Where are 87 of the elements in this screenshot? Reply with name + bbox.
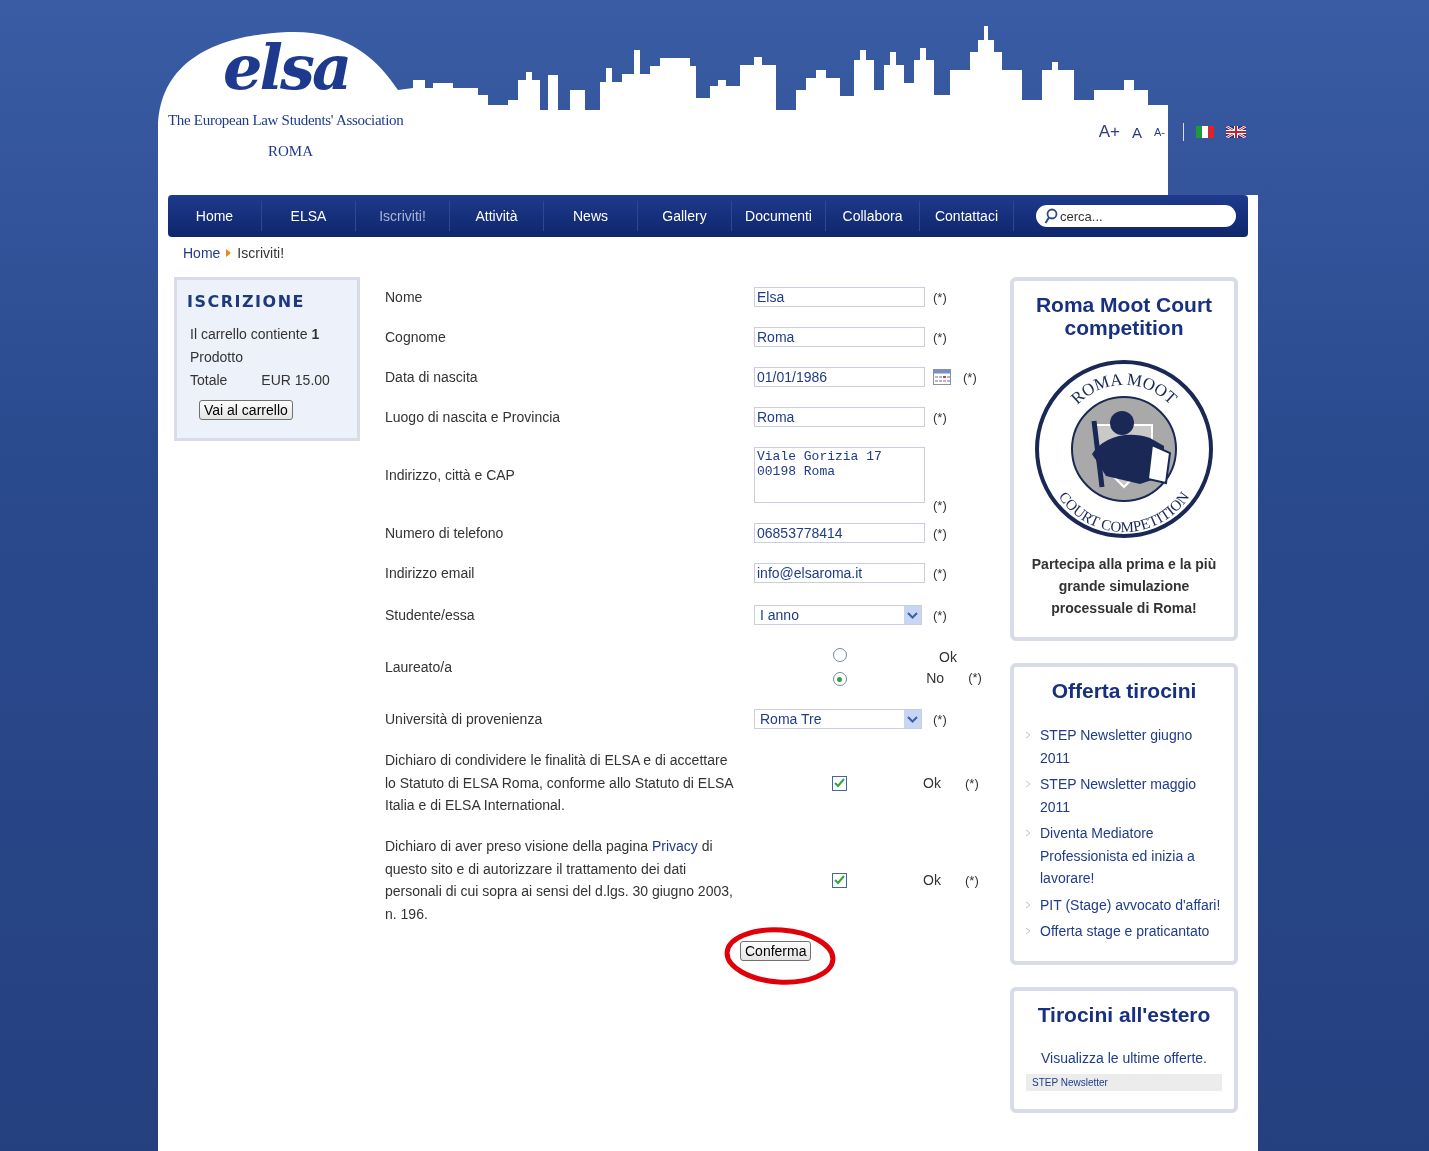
bullet-icon <box>1026 928 1030 934</box>
nav-tab[interactable]: Home <box>168 201 262 231</box>
required-mark: (*) <box>933 525 947 541</box>
required-mark: (*) <box>965 775 979 791</box>
bullet-icon <box>1026 830 1030 836</box>
required-mark: (*) <box>933 607 947 623</box>
consent-text: Dichiaro di condividere le finalità di ELSA e di accettare lo Statuto di ELSA Roma, conforme allo Statuto di ELSA Italia e di ELSA International. <box>385 751 735 816</box>
internship-link[interactable]: STEP Newsletter maggio 2011 <box>1040 773 1222 818</box>
internship-link[interactable]: Offerta stage e praticantato <box>1040 920 1210 943</box>
cart-title: ISCRIZIONE <box>187 292 306 311</box>
breadcrumb-link[interactable]: Home <box>183 245 221 261</box>
field-label: Luogo di nascita e Provincia <box>385 409 562 425</box>
required-mark: (*) <box>968 670 982 685</box>
search-field[interactable]: cerca... <box>1036 205 1236 227</box>
font-size-link[interactable]: A <box>1132 123 1142 141</box>
card-title: Roma Moot Court competition <box>1034 293 1214 339</box>
text-field[interactable]: 01/01/1986 <box>754 367 925 387</box>
offers-link[interactable]: Visualizza le ultime offerte. <box>1026 1049 1222 1066</box>
internship-link[interactable]: Diventa Mediatore Professionista ed inizia a lavorare! <box>1040 822 1222 890</box>
checkbox-label: Ok <box>923 872 942 888</box>
total-value: EUR 15.00 <box>261 371 330 390</box>
required-mark: (*) <box>933 329 947 345</box>
field-label: Nome <box>385 289 424 305</box>
required-mark: (*) <box>933 289 947 305</box>
required-mark: (*) <box>933 409 947 425</box>
internship-link[interactable]: PIT (Stage) avvocato d'affari! <box>1040 893 1221 916</box>
breadcrumb-arrow-icon <box>226 249 232 257</box>
text-field[interactable]: 06853778414 <box>754 523 925 543</box>
consent-text: Dichiaro di aver preso visione della pagina Privacy di questo sito e di autorizzare il trattamento dei dati personali di cui sopra ai sensi del d.lgs. 30 giugno 2003, n. 196. <box>385 837 734 924</box>
logo[interactable]: elsa <box>223 38 350 98</box>
required-mark: (*) <box>965 872 979 888</box>
bullet-icon <box>1026 732 1030 738</box>
italian-flag-icon[interactable] <box>1196 126 1214 138</box>
checkbox[interactable] <box>832 872 847 888</box>
nav-tab[interactable]: News <box>544 201 638 231</box>
required-mark: (*) <box>933 498 947 513</box>
nav-tab[interactable]: Gallery <box>638 201 732 231</box>
field-label: Indirizzo email <box>385 565 476 581</box>
text-field[interactable]: Roma <box>754 327 925 347</box>
city-name: ROMA <box>268 143 313 160</box>
select-field[interactable]: Roma Tre <box>754 709 922 729</box>
field-label: Data di nascita <box>385 369 479 385</box>
font-size-link[interactable]: A+ <box>1098 122 1120 142</box>
british-flag-icon[interactable] <box>1226 126 1246 138</box>
internship-link[interactable]: STEP Newsletter giugno 2011 <box>1040 724 1222 769</box>
field-label: Cognome <box>385 329 447 345</box>
text-field[interactable]: info@elsaroma.it <box>754 563 925 583</box>
checkbox-label: Ok <box>923 775 942 791</box>
tagline: The European Law Students' Association <box>168 112 404 129</box>
newsletter-item[interactable]: STEP Newsletter <box>1026 1073 1222 1091</box>
field-label: Studente/essa <box>385 607 476 623</box>
calendar-icon[interactable] <box>933 369 951 385</box>
total-label: Totale <box>190 371 228 390</box>
nav-tab[interactable]: Contattaci <box>920 201 1014 231</box>
required-mark: (*) <box>933 711 947 727</box>
checkbox[interactable] <box>832 775 847 791</box>
field-label: Indirizzo, città e CAP <box>385 467 516 483</box>
nav-tab[interactable]: Iscriviti! <box>356 201 450 231</box>
card-title: Tirocini all'estero <box>1036 1002 1212 1026</box>
required-mark: (*) <box>963 369 977 385</box>
search-icon <box>1044 208 1058 224</box>
radio-label: No <box>926 669 946 686</box>
select-field[interactable]: I anno <box>754 605 922 625</box>
field-label: Università di provenienza <box>385 711 544 727</box>
font-size-link[interactable]: A- <box>1154 126 1165 138</box>
card-title: Offerta tirocini <box>1050 679 1198 702</box>
radio-button[interactable] <box>832 648 847 662</box>
privacy-link[interactable]: Privacy <box>651 838 698 854</box>
cart-button[interactable]: Vai al carrello <box>199 400 293 420</box>
breadcrumb-current: Iscriviti! <box>237 245 285 261</box>
radio-label: Ok <box>939 648 958 665</box>
address-field[interactable]: Viale Gorizia 17 00198 Roma <box>754 447 925 503</box>
bullet-icon <box>1026 781 1030 787</box>
card-text: Partecipa alla prima e la più grande simulazione processuale di Roma! <box>1030 555 1218 618</box>
required-mark: (*) <box>933 565 947 581</box>
text-field[interactable]: Roma <box>754 407 925 427</box>
radio-button[interactable] <box>832 672 847 686</box>
field-label: Laureato/a <box>385 659 453 675</box>
cart-summary: Il carrello contiente 1 Prodotto <box>189 325 321 367</box>
nav-tab[interactable]: Documenti <box>732 201 826 231</box>
nav-tab[interactable]: Attività <box>450 201 544 231</box>
bullet-icon <box>1026 901 1030 908</box>
text-field[interactable]: Elsa <box>754 287 925 307</box>
nav-tab[interactable]: ELSA <box>262 201 356 231</box>
field-label: Numero di telefono <box>385 525 505 541</box>
nav-tab[interactable]: Collabora <box>826 201 920 231</box>
submit-button[interactable]: Conferma <box>740 941 812 961</box>
